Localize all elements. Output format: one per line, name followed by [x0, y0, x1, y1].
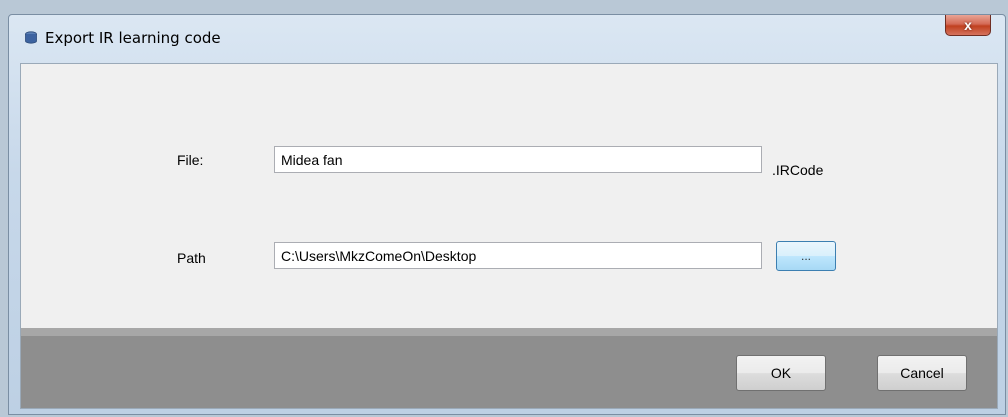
- close-button[interactable]: x: [945, 15, 991, 36]
- close-icon: x: [964, 17, 972, 33]
- cancel-button[interactable]: Cancel: [877, 355, 967, 391]
- file-label: File:: [177, 152, 204, 168]
- path-label: Path: [177, 250, 206, 266]
- window-title: Export IR learning code: [45, 29, 221, 47]
- export-dialog: Export IR learning code x File: .IRCode …: [8, 14, 1006, 415]
- title-bar[interactable]: Export IR learning code x: [9, 15, 1005, 63]
- button-bar: OK Cancel: [21, 336, 997, 408]
- app-icon: [25, 31, 37, 44]
- file-extension-label: .IRCode: [772, 162, 824, 178]
- path-input[interactable]: [274, 242, 762, 269]
- dialog-body: File: .IRCode Path ... OK Cancel: [20, 63, 998, 409]
- browse-button[interactable]: ...: [776, 241, 836, 271]
- ok-button[interactable]: OK: [736, 355, 826, 391]
- file-name-input[interactable]: [274, 146, 762, 173]
- footer-separator: [21, 328, 997, 336]
